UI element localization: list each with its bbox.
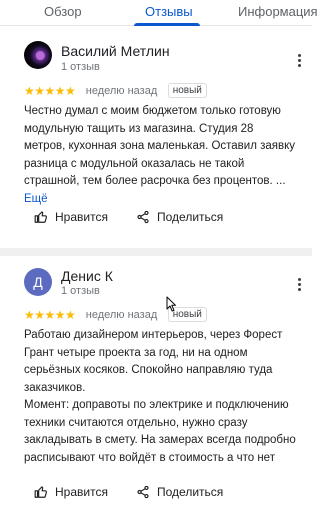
- tab-overview[interactable]: Обзор: [44, 0, 82, 26]
- review-card: Д Денис К 1 отзыв ★★★★★ неделю назад нов…: [0, 256, 312, 512]
- review-text: Работаю дизайнером интерьеров, через Фор…: [24, 327, 296, 467]
- review-card: Василий Метлин 1 отзыв ★★★★★ неделю наза…: [0, 26, 312, 248]
- rating-line: ★★★★★ неделю назад новый: [24, 306, 207, 323]
- thumb-up-icon: [34, 486, 47, 498]
- review-date: неделю назад: [85, 308, 158, 321]
- tab-bar: Обзор Отзывы Информация: [0, 0, 318, 26]
- star-rating: ★★★★★: [24, 307, 76, 322]
- review-count: 1 отзыв: [61, 61, 100, 73]
- thumb-up-icon: [34, 211, 47, 223]
- read-more-link[interactable]: Ещё: [24, 193, 48, 205]
- review-paragraph: Момент: доправоты по электрике и подключ…: [24, 399, 296, 464]
- share-icon: [137, 210, 149, 224]
- share-label: Поделиться: [157, 485, 224, 499]
- avatar[interactable]: [24, 41, 52, 69]
- like-label: Нравится: [55, 485, 108, 499]
- share-icon: [137, 485, 149, 499]
- review-author[interactable]: Денис К: [61, 268, 113, 284]
- review-text: Честно думал с моим бюджетом только гото…: [24, 103, 296, 208]
- avatar[interactable]: Д: [24, 268, 52, 296]
- more-options-icon[interactable]: [294, 276, 304, 292]
- tab-info[interactable]: Информация: [238, 0, 318, 26]
- review-date: неделю назад: [85, 84, 158, 97]
- like-label: Нравится: [55, 210, 108, 224]
- review-count: 1 отзыв: [61, 285, 100, 297]
- review-paragraph: Работаю дизайнером интерьеров, через Фор…: [24, 329, 283, 394]
- review-text-body: Честно думал с моим бюджетом только гото…: [24, 105, 296, 187]
- share-label: Поделиться: [157, 210, 224, 224]
- mouse-pointer-icon: [166, 296, 176, 312]
- more-options-icon[interactable]: [294, 52, 304, 68]
- review-author[interactable]: Василий Метлин: [61, 43, 170, 59]
- star-rating: ★★★★★: [24, 83, 76, 98]
- new-badge: новый: [167, 83, 207, 99]
- rating-line: ★★★★★ неделю назад новый: [24, 82, 207, 99]
- review-divider: [0, 248, 312, 256]
